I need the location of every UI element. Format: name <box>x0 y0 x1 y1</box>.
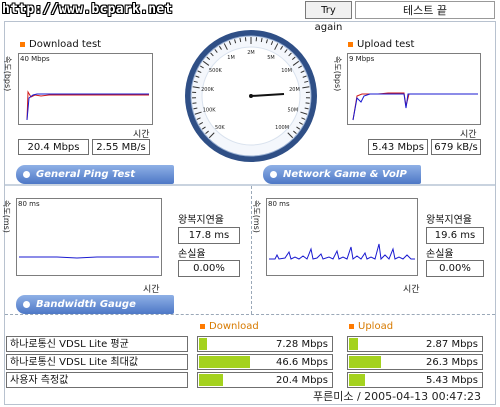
bandwidth-download-bar: 7.28 Mbps <box>197 336 333 352</box>
gauge-tick <box>305 102 310 104</box>
download-graph <box>18 53 153 125</box>
upload-mbps-value: 5.43 Mbps <box>368 139 428 155</box>
ping-y-axis-label: 속도(ms) <box>2 200 11 233</box>
bandwidth-download-header: Download <box>200 321 259 332</box>
upload-series-line-2 <box>352 93 478 121</box>
bandwidth-row-name: 하나로통신 VDSL Lite 평균 <box>6 336 188 352</box>
download-mbps-value: 20.4 Mbps <box>18 139 89 155</box>
bullet-icon <box>348 41 353 47</box>
gauge-tick-label: 1M <box>227 55 235 61</box>
gauge-tick-label: 5M <box>267 55 275 61</box>
bandwidth-download-fill <box>199 338 207 350</box>
bandwidth-upload-value: 26.3 Mbps <box>426 357 478 368</box>
download-series-line <box>26 90 149 121</box>
ping-latency-label: 왕복지연율 <box>178 215 224 226</box>
download-y-axis-label: 속도(bps) <box>3 56 12 92</box>
game-latency-value: 19.6 ms <box>426 227 484 244</box>
game-series-line <box>269 243 415 261</box>
game-loss-label: 손실율 <box>426 249 454 260</box>
bullet-icon <box>23 301 30 308</box>
gauge-tick-label: 100K <box>203 108 217 114</box>
bandwidth-upload-fill <box>349 374 365 386</box>
bandwidth-download-value: 20.4 Mbps <box>276 375 328 386</box>
gauge-tick-label: 20M <box>289 87 300 93</box>
bandwidth-download-fill <box>199 356 250 368</box>
upload-y-axis-label: 속도(bps) <box>333 56 342 92</box>
watermark: http://www.bcpark.net <box>2 2 173 17</box>
ping-scale: 80 ms <box>18 200 40 208</box>
download-scale: 40 Mbps <box>20 55 50 63</box>
download-mbs-value: 2.55 MB/s <box>92 139 150 155</box>
status-line: 푸른미소 / 2005-04-13 00:47:23 <box>313 390 482 403</box>
gauge-tick-label: 200K <box>201 87 215 93</box>
download-test-title: Download test <box>20 39 101 50</box>
bullet-icon <box>270 171 277 178</box>
bullet-icon <box>20 41 25 47</box>
gauge-tick-label: 50K <box>215 125 225 131</box>
bandwidth-download-value: 46.6 Mbps <box>276 357 328 368</box>
speed-gauge: 50K 100K 200K 500K 1M 2M 5M 10M 20M 50M 100M <box>183 28 319 164</box>
upload-test-title: Upload test <box>348 39 414 50</box>
ping-x-axis-label: 시간 <box>143 285 160 295</box>
bandwidth-row-name: 사용자 측정값 <box>6 372 188 388</box>
bandwidth-upload-bar: 2.87 Mbps <box>347 336 483 352</box>
game-x-axis-label: 시간 <box>403 285 420 295</box>
gauge-tick-label: 100M <box>275 125 289 131</box>
bullet-icon <box>23 171 30 178</box>
section-divider <box>5 184 495 186</box>
upload-series-line <box>352 92 478 121</box>
tab-network-game-voip-test[interactable]: Network Game & VoIP Test <box>263 165 421 199</box>
gauge-tick-label: 10M <box>281 68 292 74</box>
bandwidth-download-bar: 46.6 Mbps <box>197 354 333 370</box>
ping-latency-value: 17.8 ms <box>178 227 240 244</box>
game-y-axis-label: 속도(ms) <box>252 200 261 233</box>
ping-series-line <box>19 256 159 259</box>
upload-kbs-value: 679 kB/s <box>431 139 481 155</box>
bullet-icon <box>200 323 205 329</box>
section-divider-horizontal <box>5 314 495 315</box>
ping-loss-value: 0.00% <box>178 260 240 277</box>
bandwidth-upload-fill <box>349 338 358 350</box>
upload-scale: 9 Mbps <box>349 55 375 63</box>
game-latency-label: 왕복지연율 <box>426 215 472 226</box>
bandwidth-download-fill <box>199 374 223 386</box>
bullet-icon <box>349 323 354 329</box>
try-again-button[interactable]: Try again <box>305 1 352 33</box>
gauge-tick <box>192 102 197 104</box>
gauge-tick-label: 2M <box>247 50 255 56</box>
game-graph <box>266 198 418 276</box>
bandwidth-upload-bar: 26.3 Mbps <box>347 354 483 370</box>
game-scale: 80 ms <box>268 200 290 208</box>
tab-general-ping-test[interactable]: General Ping Test <box>16 165 174 184</box>
bandwidth-upload-bar: 5.43 Mbps <box>347 372 483 388</box>
bandwidth-upload-header: Upload <box>349 321 393 332</box>
bandwidth-download-value: 7.28 Mbps <box>276 339 328 350</box>
bandwidth-upload-value: 5.43 Mbps <box>426 375 478 386</box>
tab-bandwidth-gauge[interactable]: Bandwidth Gauge <box>16 295 174 314</box>
ping-graph <box>16 198 162 276</box>
bandwidth-download-bar: 20.4 Mbps <box>197 372 333 388</box>
ping-loss-label: 손실율 <box>178 249 206 260</box>
test-end-button[interactable]: 테스트 끝 <box>355 1 495 19</box>
bandwidth-upload-fill <box>349 356 381 368</box>
upload-graph <box>347 53 481 125</box>
gauge-tick-label: 500K <box>209 68 223 74</box>
bandwidth-upload-value: 2.87 Mbps <box>426 339 478 350</box>
game-loss-value: 0.00% <box>426 260 484 277</box>
gauge-tick-label: 50M <box>288 108 299 114</box>
download-series-line-2 <box>26 93 149 121</box>
bandwidth-row-name: 하나로통신 VDSL Lite 최대값 <box>6 354 188 370</box>
